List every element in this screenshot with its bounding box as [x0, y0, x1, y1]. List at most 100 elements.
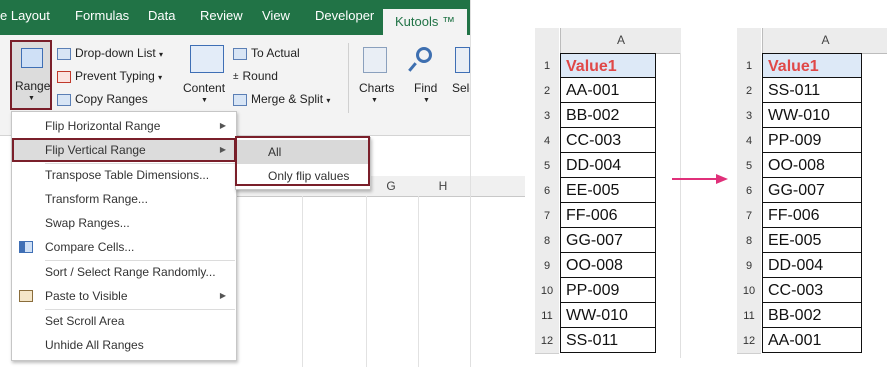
select-all-corner[interactable]	[737, 28, 761, 54]
row-header[interactable]: 2	[737, 78, 761, 104]
copy-ranges-button[interactable]: Copy Ranges	[57, 92, 148, 106]
tab-data[interactable]: Data	[148, 8, 175, 23]
header-cell[interactable]: Value1	[762, 53, 862, 78]
data-cell[interactable]: CC-003	[762, 278, 862, 303]
row-header[interactable]: 11	[737, 303, 761, 329]
menu-transpose[interactable]: Transpose Table Dimensions...	[12, 163, 236, 187]
row-header[interactable]: 5	[737, 153, 761, 179]
row-header[interactable]: 10	[737, 278, 761, 304]
menu-item-label: Compare Cells...	[45, 240, 135, 254]
row-header[interactable]: 8	[535, 228, 559, 254]
data-cell[interactable]: EE-005	[560, 178, 656, 203]
tab-page-layout[interactable]: e Layout	[0, 8, 50, 23]
menu-flip-horizontal[interactable]: Flip Horizontal Range ▶	[12, 114, 236, 138]
tab-developer[interactable]: Developer	[315, 8, 374, 23]
data-cell[interactable]: BB-002	[762, 303, 862, 328]
header-cell[interactable]: Value1	[560, 53, 656, 78]
compare-icon	[19, 241, 33, 253]
range-label: Range	[15, 79, 51, 93]
row-header[interactable]: 8	[737, 228, 761, 254]
menu-sort-select-random[interactable]: Sort / Select Range Randomly...	[12, 260, 236, 284]
tab-review[interactable]: Review	[200, 8, 243, 23]
data-cell[interactable]: PP-009	[762, 128, 862, 153]
content-button[interactable]: Content	[183, 81, 225, 95]
dropdown-list-button[interactable]: Drop-down List ▾	[57, 46, 163, 60]
data-cell[interactable]: OO-008	[560, 253, 656, 278]
row-header[interactable]: 7	[535, 203, 559, 229]
data-cell[interactable]: GG-007	[762, 178, 862, 203]
col-header-g[interactable]: G	[376, 176, 406, 197]
chevron-down-icon: ▾	[159, 50, 164, 59]
charts-button[interactable]: Charts	[359, 81, 394, 95]
row-header[interactable]: 2	[535, 78, 559, 104]
menu-set-scroll-area[interactable]: Set Scroll Area	[12, 309, 236, 333]
menu-item-label: Paste to Visible	[45, 289, 128, 303]
select-all-corner[interactable]	[535, 28, 559, 54]
round-icon: ±	[233, 70, 239, 82]
menu-transform-range[interactable]: Transform Range...	[12, 187, 236, 211]
data-cell[interactable]: BB-002	[560, 103, 656, 128]
prevent-typing-button[interactable]: Prevent Typing ▾	[57, 69, 162, 83]
tab-kutools[interactable]: Kutools ™	[383, 9, 467, 36]
menu-unhide-all-ranges[interactable]: Unhide All Ranges	[12, 333, 236, 357]
round-button[interactable]: ± Round	[233, 69, 278, 83]
data-cell[interactable]: OO-008	[762, 153, 862, 178]
find-button[interactable]: Find	[414, 81, 437, 95]
data-cell[interactable]: WW-010	[560, 303, 656, 328]
tab-formulas[interactable]: Formulas	[75, 8, 129, 23]
range-icon	[21, 48, 43, 68]
row-header[interactable]: 9	[535, 253, 559, 279]
row-header[interactable]: 1	[535, 53, 559, 79]
row-header[interactable]: 6	[737, 178, 761, 204]
row-header[interactable]: 11	[535, 303, 559, 329]
menu-swap-ranges[interactable]: Swap Ranges...	[12, 211, 236, 235]
row-header[interactable]: 12	[535, 328, 559, 354]
data-cell[interactable]: DD-004	[762, 253, 862, 278]
next-column	[680, 53, 686, 358]
panel-edge	[470, 0, 471, 367]
data-cell[interactable]: SS-011	[762, 78, 862, 103]
spreadsheet-before: A 1 Value1 2 AA-001 3 BB-002 4 CC-003 5 DD-004 6 EE…	[535, 28, 686, 358]
data-cell[interactable]: SS-011	[560, 328, 656, 353]
row-header[interactable]: 6	[535, 178, 559, 204]
data-cell[interactable]: FF-006	[560, 203, 656, 228]
menu-item-label: Flip Vertical Range	[45, 143, 146, 157]
menu-paste-to-visible[interactable]: Paste to Visible ▶	[12, 284, 236, 308]
menu-compare-cells[interactable]: Compare Cells...	[12, 235, 236, 259]
data-cell[interactable]: FF-006	[762, 203, 862, 228]
column-header-a[interactable]: A	[762, 28, 887, 54]
menu-flip-vertical[interactable]: Flip Vertical Range ▶	[12, 138, 236, 162]
data-cell[interactable]: AA-001	[560, 78, 656, 103]
row-header[interactable]: 1	[737, 53, 761, 79]
data-cell[interactable]: AA-001	[762, 328, 862, 353]
tab-view[interactable]: View	[262, 8, 290, 23]
merge-split-button[interactable]: Merge & Split ▾	[233, 92, 330, 106]
data-cell[interactable]: PP-009	[560, 278, 656, 303]
to-actual-button[interactable]: To Actual	[233, 46, 300, 60]
col-header-h[interactable]: H	[428, 176, 458, 197]
row-header[interactable]: 9	[737, 253, 761, 279]
chevron-down-icon: ▾	[158, 73, 163, 82]
to-actual-icon	[233, 47, 247, 60]
merge-icon	[233, 93, 247, 106]
chevron-down-icon: ▼	[371, 97, 378, 104]
row-header[interactable]: 4	[535, 128, 559, 154]
data-cell[interactable]: EE-005	[762, 228, 862, 253]
find-icon	[416, 47, 432, 63]
select-button[interactable]: Sele	[452, 81, 470, 95]
chevron-right-icon: ▶	[219, 291, 226, 300]
data-cell[interactable]: WW-010	[762, 103, 862, 128]
column-header-a[interactable]: A	[560, 28, 681, 54]
data-cell[interactable]: CC-003	[560, 128, 656, 153]
range-button[interactable]: Range ▼	[10, 40, 52, 110]
row-header[interactable]: 7	[737, 203, 761, 229]
row-header[interactable]: 10	[535, 278, 559, 304]
data-cell[interactable]: DD-004	[560, 153, 656, 178]
row-header[interactable]: 3	[535, 103, 559, 129]
row-header[interactable]: 4	[737, 128, 761, 154]
row-header[interactable]: 5	[535, 153, 559, 179]
row-header[interactable]: 3	[737, 103, 761, 129]
row-header[interactable]: 12	[737, 328, 761, 354]
data-cell[interactable]: GG-007	[560, 228, 656, 253]
content-icon	[190, 45, 224, 73]
